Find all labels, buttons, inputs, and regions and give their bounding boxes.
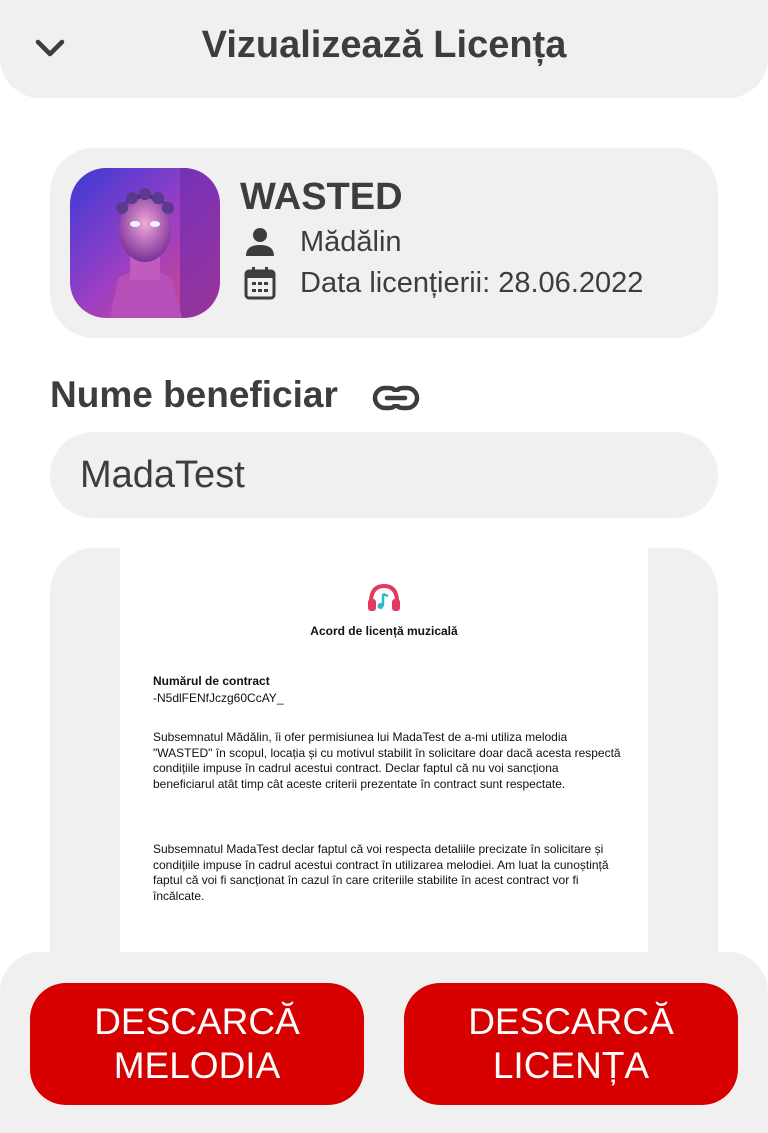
document-page: Acord de licență muzicală Numărul de con…	[120, 548, 648, 968]
headphones-logo-icon	[368, 583, 400, 611]
copy-link-button[interactable]	[368, 374, 424, 422]
license-date: Data licențierii: 28.06.2022	[300, 266, 644, 299]
person-icon	[240, 222, 280, 262]
calendar-icon	[240, 263, 280, 303]
page-title: Vizualizează Licența	[201, 24, 567, 66]
document-paragraph: Subsemnatul MadaTest declar faptul că vo…	[153, 842, 609, 903]
download-license-button[interactable]: DESCARCĂ LICENȚA	[404, 983, 738, 1105]
album-cover	[70, 168, 220, 318]
contract-number-label: Numărul de contract	[153, 674, 270, 688]
license-date-row: Data licențierii: 28.06.2022	[240, 263, 643, 303]
artist-name: Mădălin	[300, 225, 402, 258]
license-document-preview[interactable]: Acord de licență muzicală Numărul de con…	[50, 548, 718, 968]
header-bar: Vizualizează Licența	[0, 0, 768, 98]
download-song-label-line1: DESCARCĂ	[94, 1001, 300, 1042]
contract-number: -N5dlFENfJczg60CcAY_	[153, 691, 284, 705]
track-title: WASTED	[240, 176, 403, 218]
artist-row: Mădălin	[240, 222, 402, 262]
beneficiary-name-field[interactable]	[50, 432, 718, 518]
track-card: WASTED Mădălin Data licențierii: 28.06.2…	[50, 148, 718, 338]
beneficiary-label: Nume beneficiar	[50, 374, 338, 415]
download-license-label-line1: DESCARCĂ	[468, 1001, 674, 1042]
document-title: Acord de licență muzicală	[310, 624, 458, 638]
document-paragraph: Subsemnatul Mădălin, îi ofer permisiunea…	[153, 730, 621, 791]
download-song-button[interactable]: DESCARCĂ MELODIA	[30, 983, 364, 1105]
link-icon	[372, 385, 420, 411]
download-song-label-line2: MELODIA	[113, 1045, 281, 1086]
download-license-label-line2: LICENȚA	[492, 1045, 650, 1086]
